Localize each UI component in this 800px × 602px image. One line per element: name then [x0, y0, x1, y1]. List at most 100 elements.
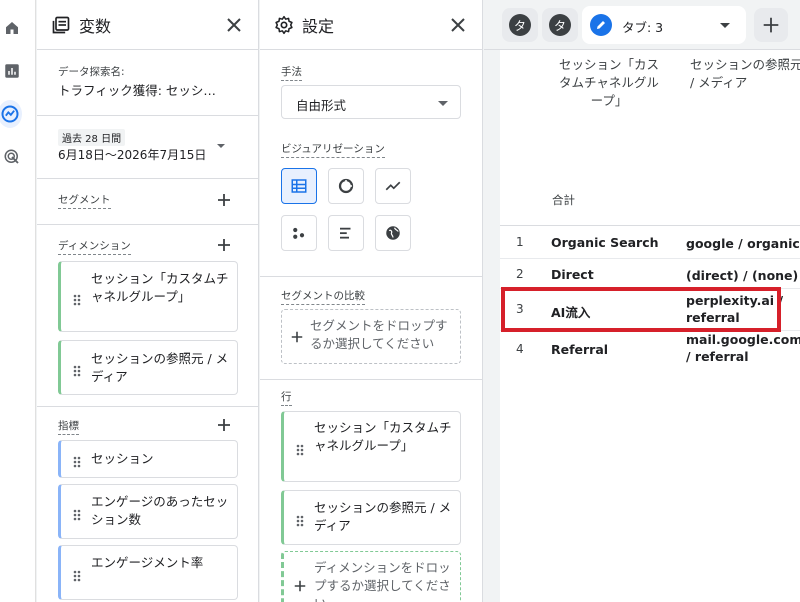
metric-chip[interactable]: セッション — [58, 440, 238, 478]
settings-panel-title: 設定 — [302, 16, 335, 36]
segments-label: セグメント — [58, 192, 111, 209]
date-range-section[interactable]: 過去 28 日間 6月18日～2026年7月15日 — [37, 116, 258, 179]
row-chip-label: セッション「カスタムチャネルグループ」 — [314, 420, 452, 453]
variables-icon — [52, 16, 70, 33]
settings-panel-header: 設定 — [260, 0, 482, 50]
cell-channel: Direct — [551, 267, 594, 282]
segment-compare-section: セグメントの比較 セグメントをドロップするか選択してください — [260, 277, 482, 380]
add-segment-plus-icon[interactable] — [216, 192, 232, 208]
segment-compare-label: セグメントの比較 — [281, 288, 365, 305]
metric-chip[interactable]: エンゲージメント率 — [58, 545, 238, 600]
segments-section: セグメント — [37, 179, 258, 225]
technique-label: 手法 — [281, 64, 302, 81]
add-dimension-plus-icon[interactable] — [216, 237, 232, 253]
technique-select-value: 自由形式 — [296, 98, 347, 113]
cell-source-medium: google / organic — [686, 236, 800, 251]
row-chip[interactable]: セッションの参照元 / メディア — [281, 490, 461, 545]
dimensions-label: ディメンション — [58, 238, 131, 255]
home-icon[interactable] — [0, 16, 24, 40]
active-tab-name: タブ: 3 — [622, 20, 664, 35]
drag-handle-icon[interactable] — [73, 567, 81, 581]
row-chip[interactable]: セッション「カスタムチャネルグループ」 — [281, 411, 461, 482]
chevron-down-icon[interactable] — [217, 144, 225, 148]
bar-chart-icon[interactable] — [328, 215, 364, 251]
segment-drop-zone[interactable]: セグメントをドロップするか選択してください — [281, 309, 461, 364]
cell-source-medium: (direct) / (none) — [686, 268, 799, 283]
column-header-source-medium[interactable]: セッションの参照元 / メディア — [690, 56, 800, 92]
column-header-channel[interactable]: セッション「カスタムチャネルグループ」 — [556, 56, 662, 110]
tab-2-label: タ — [549, 14, 571, 36]
table-row[interactable]: 4 Referral mail.google.com / referral — [500, 331, 800, 371]
table-row[interactable]: 1 Organic Search google / organic — [500, 226, 800, 259]
tab-bar: タ タ タブ: 3 — [484, 0, 800, 50]
row-number: 1 — [516, 235, 524, 249]
explore-icon[interactable] — [0, 100, 22, 128]
row-number: 2 — [516, 267, 524, 281]
globe-icon[interactable] — [375, 215, 411, 251]
drag-handle-icon[interactable] — [73, 291, 81, 305]
dimension-chip-label: セッションの参照元 / メディア — [91, 351, 229, 384]
row-chip-label: セッションの参照元 / メディア — [314, 500, 452, 533]
add-metric-plus-icon[interactable] — [216, 417, 232, 433]
metric-chip-label: エンゲージのあったセッション数 — [91, 494, 229, 527]
date-range-value: 6月18日～2026年7月15日 — [58, 148, 207, 162]
table-viz-icon[interactable] — [281, 168, 317, 204]
visualization-label: ビジュアリゼーション — [281, 141, 385, 158]
chevron-down-icon — [438, 101, 448, 106]
tab-1-label: タ — [509, 14, 531, 36]
variables-panel-header: 変数 — [37, 0, 258, 50]
settings-panel: 設定 手法 自由形式 ビジュアリゼーション セグメントの比較 セグメントをドロッ… — [260, 0, 483, 602]
tab-active[interactable]: タブ: 3 — [582, 6, 746, 44]
plus-icon — [763, 17, 779, 33]
technique-select[interactable]: 自由形式 — [281, 85, 461, 119]
left-nav-rail — [0, 0, 36, 602]
scatter-chart-icon[interactable] — [281, 215, 317, 251]
cell-channel: Referral — [551, 342, 609, 357]
metrics-label: 指標 — [58, 418, 79, 435]
metric-chip-label: セッション — [91, 451, 154, 466]
tab-2[interactable]: タ — [542, 8, 578, 42]
row-number: 4 — [516, 342, 524, 356]
drag-handle-icon[interactable] — [73, 362, 81, 376]
donut-chart-icon[interactable] — [328, 168, 364, 204]
close-icon[interactable] — [446, 13, 470, 37]
variables-panel-title: 変数 — [79, 16, 112, 36]
exploration-name-label: データ探索名: — [58, 66, 125, 78]
edit-pen-icon — [590, 14, 612, 36]
reports-icon[interactable] — [0, 59, 24, 83]
exploration-name-section: データ探索名: トラフィック獲得: セッシ… — [37, 50, 258, 116]
dimension-chip[interactable]: セッション「カスタムチャネルグループ」 — [58, 261, 238, 332]
close-icon[interactable] — [222, 13, 246, 37]
dimension-chip-label: セッション「カスタムチャネルグループ」 — [91, 271, 229, 304]
drag-handle-icon[interactable] — [73, 453, 81, 468]
rows-section: 行 セッション「カスタムチャネルグループ」 セッションの参照元 / メディア デ… — [260, 380, 482, 602]
variables-panel: 変数 データ探索名: トラフィック獲得: セッシ… 過去 28 日間 6月18日… — [37, 0, 259, 602]
technique-section: 手法 自由形式 ビジュアリゼーション — [260, 50, 482, 277]
plus-icon — [290, 329, 304, 348]
total-label: 合計 — [552, 193, 575, 207]
drag-handle-icon[interactable] — [296, 441, 304, 455]
metrics-section: 指標 セッション エンゲージのあったセッション数 エンゲージメント率 — [37, 407, 258, 602]
chevron-down-icon[interactable] — [720, 23, 730, 28]
date-badge: 過去 28 日間 — [58, 129, 126, 146]
dimension-drop-text: ディメンションをドロップするか選択してください — [314, 560, 451, 602]
segment-drop-text: セグメントをドロップするか選択してください — [310, 318, 448, 351]
tab-1[interactable]: タ — [502, 8, 538, 42]
cell-source-medium: mail.google.com / referral — [686, 332, 800, 364]
dimension-drop-zone[interactable]: ディメンションをドロップするか選択してください — [281, 551, 461, 602]
dimension-chip[interactable]: セッションの参照元 / メディア — [58, 340, 238, 395]
add-tab-button[interactable] — [754, 8, 788, 42]
exploration-name-value[interactable]: トラフィック獲得: セッシ… — [58, 80, 216, 99]
cell-channel: Organic Search — [551, 235, 659, 250]
line-chart-icon[interactable] — [375, 168, 411, 204]
drag-handle-icon[interactable] — [73, 506, 81, 520]
dimensions-section: ディメンション セッション「カスタムチャネルグループ」 セッションの参照元 / … — [37, 225, 258, 407]
highlight-box — [501, 287, 781, 332]
metric-chip[interactable]: エンゲージのあったセッション数 — [58, 484, 238, 539]
metric-chip-label: エンゲージメント率 — [91, 555, 204, 570]
drag-handle-icon[interactable] — [296, 512, 304, 526]
plus-icon — [293, 578, 307, 597]
gear-icon — [275, 15, 293, 34]
advertising-icon[interactable] — [0, 145, 24, 169]
table-row[interactable]: 2 Direct (direct) / (none) — [500, 259, 800, 289]
